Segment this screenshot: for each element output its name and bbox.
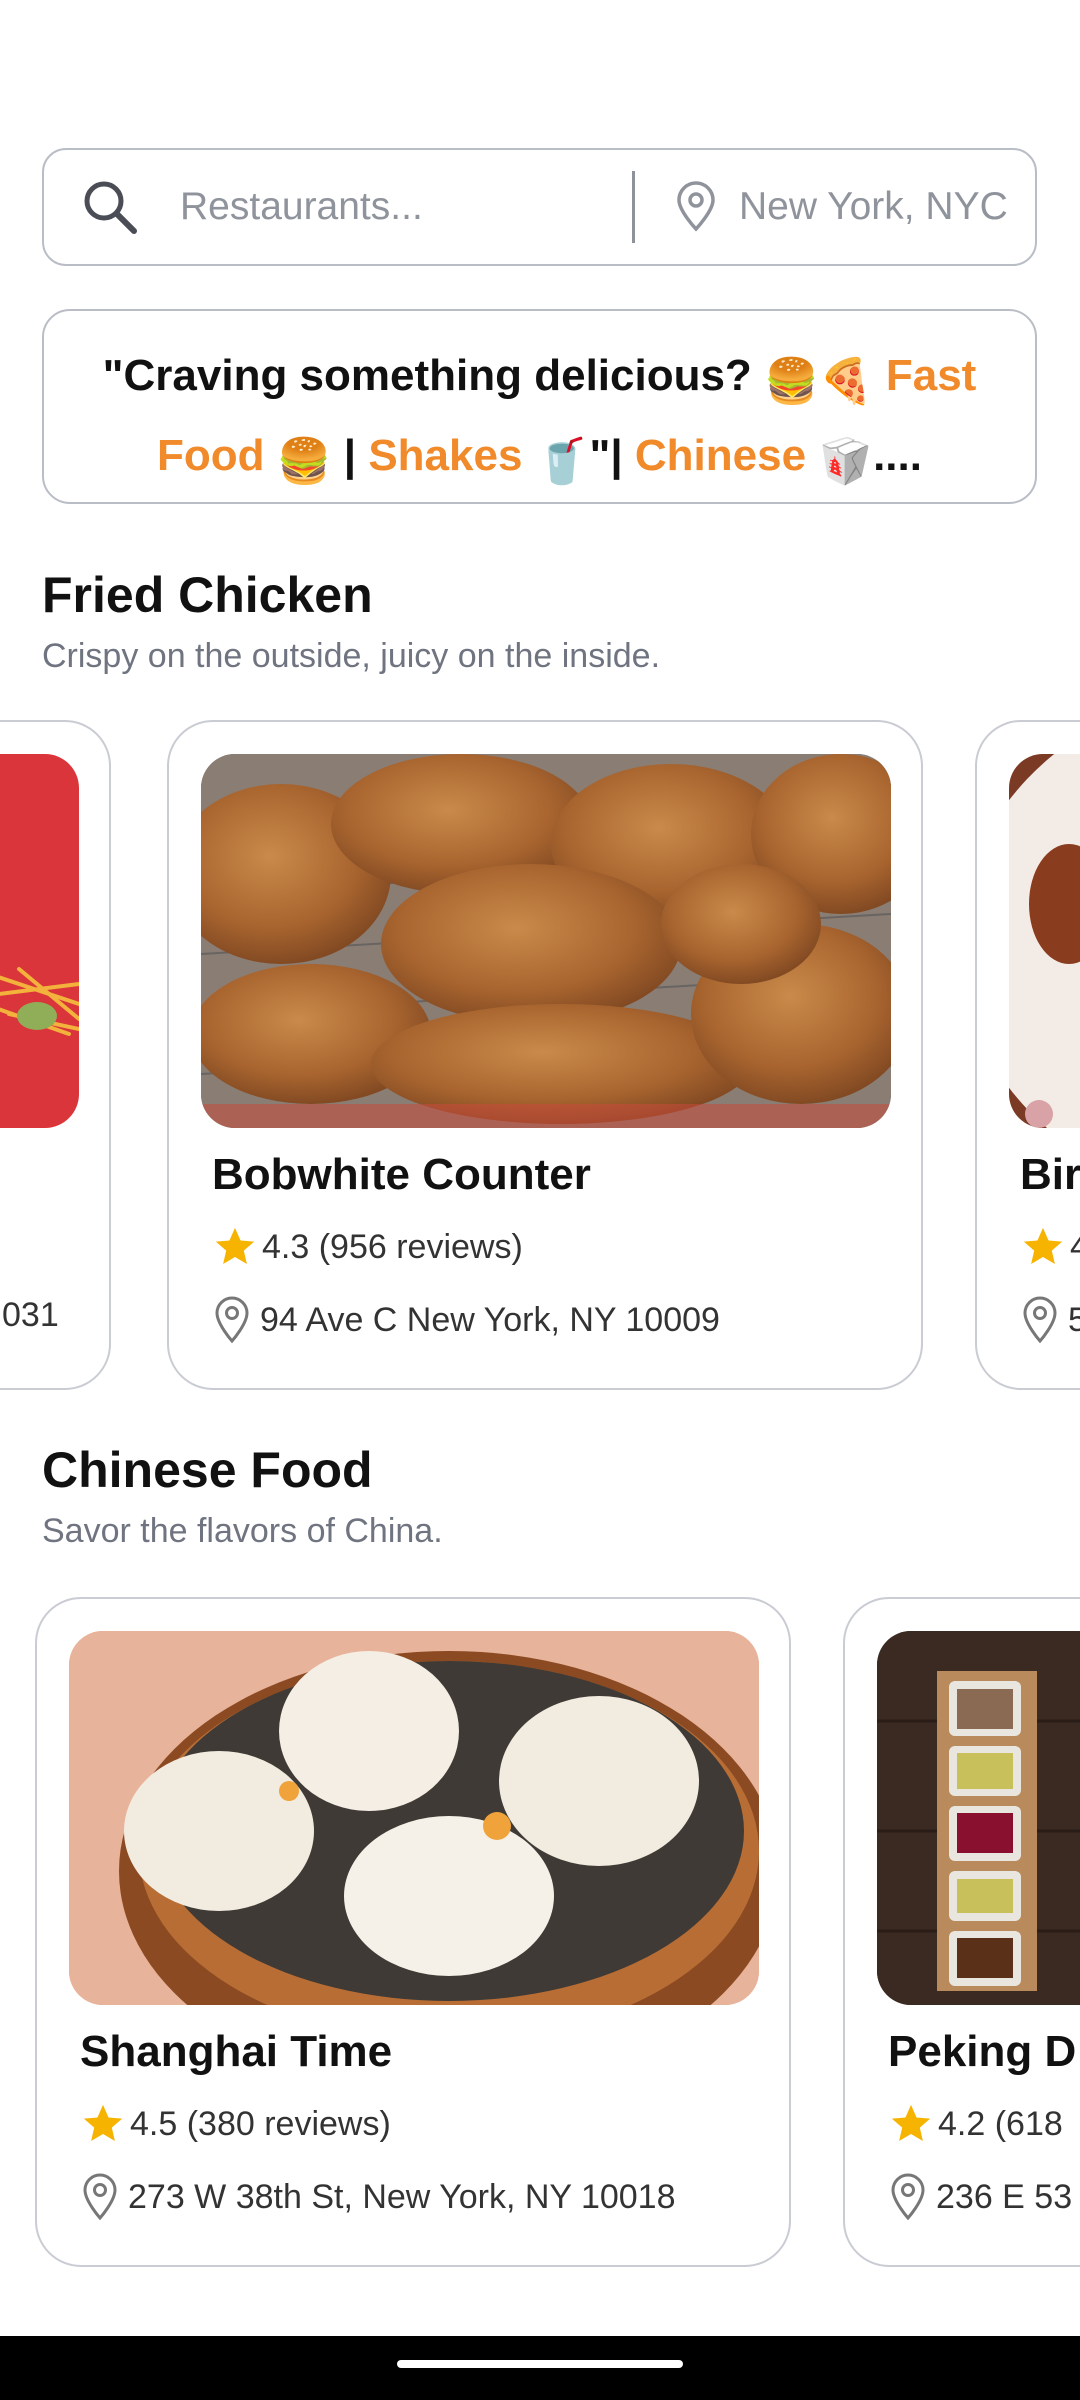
address-text: 273 W 38th St, New York, NY 10018 bbox=[128, 2177, 676, 2216]
burger-emoji: 🍔 bbox=[276, 437, 332, 486]
search-query-area[interactable]: Restaurants... bbox=[44, 150, 632, 264]
restaurant-address: 236 E 53 bbox=[888, 2173, 1072, 2221]
star-icon bbox=[215, 1227, 255, 1265]
address-text: 236 E 53 bbox=[936, 2177, 1073, 2216]
address-text: 031 bbox=[2, 1296, 59, 1334]
location-pin-icon bbox=[215, 1296, 249, 1344]
restaurant-address: 031 bbox=[2, 1296, 59, 1335]
takeout-emoji: 🥡 bbox=[818, 437, 874, 486]
restaurant-rating: 4 bbox=[1020, 1224, 1080, 1270]
location-value[interactable]: New York, NYC bbox=[739, 185, 1008, 229]
address-text: 94 Ave C New York, NY 10009 bbox=[260, 1300, 720, 1339]
shake-emoji: 🥤 bbox=[534, 437, 590, 486]
restaurant-photo bbox=[877, 1631, 1080, 2005]
restaurant-rating: 4.2 (618 bbox=[888, 2101, 1063, 2147]
restaurant-photo bbox=[1009, 754, 1080, 1128]
promo-banner: "Craving something delicious? 🍔🍕 Fast Fo… bbox=[42, 309, 1037, 504]
promo-chinese[interactable]: Chinese bbox=[635, 431, 806, 480]
location-pin-icon bbox=[891, 2173, 925, 2221]
restaurant-card[interactable]: Bir 4 5 bbox=[975, 720, 1080, 1390]
location-selector[interactable]: New York, NYC bbox=[635, 150, 1008, 264]
promo-ellipsis: .... bbox=[873, 431, 922, 480]
promo-text: "Craving something delicious? bbox=[102, 351, 765, 400]
restaurant-name: Bir bbox=[1020, 1150, 1080, 1199]
location-pin-icon bbox=[677, 181, 715, 232]
home-indicator[interactable] bbox=[397, 2360, 683, 2368]
star-icon bbox=[1023, 1227, 1063, 1265]
restaurant-rating: 4.5 (380 reviews) bbox=[80, 2101, 391, 2147]
restaurant-name: Bobwhite Counter bbox=[212, 1150, 591, 1199]
restaurant-card-bobwhite-counter[interactable]: Bobwhite Counter 4.3 (956 reviews) 94 Av… bbox=[167, 720, 923, 1390]
section-title-chinese-food: Chinese Food bbox=[42, 1442, 373, 1498]
star-icon bbox=[83, 2104, 123, 2142]
search-icon bbox=[84, 181, 137, 234]
search-bar[interactable]: Restaurants... New York, NYC bbox=[42, 148, 1037, 266]
restaurant-rating: 4.3 (956 reviews) bbox=[212, 1224, 523, 1270]
system-navigation-bar bbox=[0, 2336, 1080, 2400]
promo-separator-2: "| bbox=[589, 431, 635, 480]
rating-text: 4 bbox=[1070, 1228, 1080, 1267]
section-title-fried-chicken: Fried Chicken bbox=[42, 567, 373, 623]
restaurant-photo bbox=[69, 1631, 759, 2005]
restaurant-photo bbox=[0, 754, 79, 1128]
restaurant-photo bbox=[201, 754, 891, 1128]
star-icon bbox=[891, 2104, 931, 2142]
restaurant-card[interactable]: 031 bbox=[0, 720, 111, 1390]
section-subtitle-chinese-food: Savor the flavors of China. bbox=[42, 1512, 443, 1550]
fried-chicken-carousel[interactable]: 031 Bobwhite Counter 4.3 (956 reviews) 9… bbox=[0, 720, 1080, 1394]
search-input[interactable]: Restaurants... bbox=[180, 185, 423, 229]
restaurant-name: Shanghai Time bbox=[80, 2027, 393, 2076]
address-text: 5 bbox=[1068, 1301, 1080, 1340]
burger-pizza-emoji: 🍔🍕 bbox=[764, 357, 874, 406]
rating-text: 4.5 (380 reviews) bbox=[130, 2104, 391, 2143]
location-pin-icon bbox=[83, 2173, 117, 2221]
location-pin-icon bbox=[1023, 1296, 1057, 1344]
promo-shakes[interactable]: Shakes bbox=[368, 431, 522, 480]
restaurant-card-peking[interactable]: Peking D 4.2 (618 236 E 53 bbox=[843, 1597, 1080, 2267]
restaurant-address: 5 bbox=[1020, 1296, 1080, 1344]
rating-text: 4.2 (618 bbox=[938, 2104, 1063, 2143]
rating-text: 4.3 (956 reviews) bbox=[262, 1227, 523, 1266]
promo-separator: | bbox=[331, 431, 369, 480]
chinese-food-carousel[interactable]: Shanghai Time 4.5 (380 reviews) 273 W 38… bbox=[0, 1597, 1080, 2271]
restaurant-address: 94 Ave C New York, NY 10009 bbox=[212, 1296, 720, 1344]
restaurant-name: Peking D bbox=[888, 2027, 1077, 2076]
section-subtitle-fried-chicken: Crispy on the outside, juicy on the insi… bbox=[42, 637, 661, 675]
restaurant-address: 273 W 38th St, New York, NY 10018 bbox=[80, 2173, 676, 2221]
restaurant-card-shanghai-time[interactable]: Shanghai Time 4.5 (380 reviews) 273 W 38… bbox=[35, 1597, 791, 2267]
